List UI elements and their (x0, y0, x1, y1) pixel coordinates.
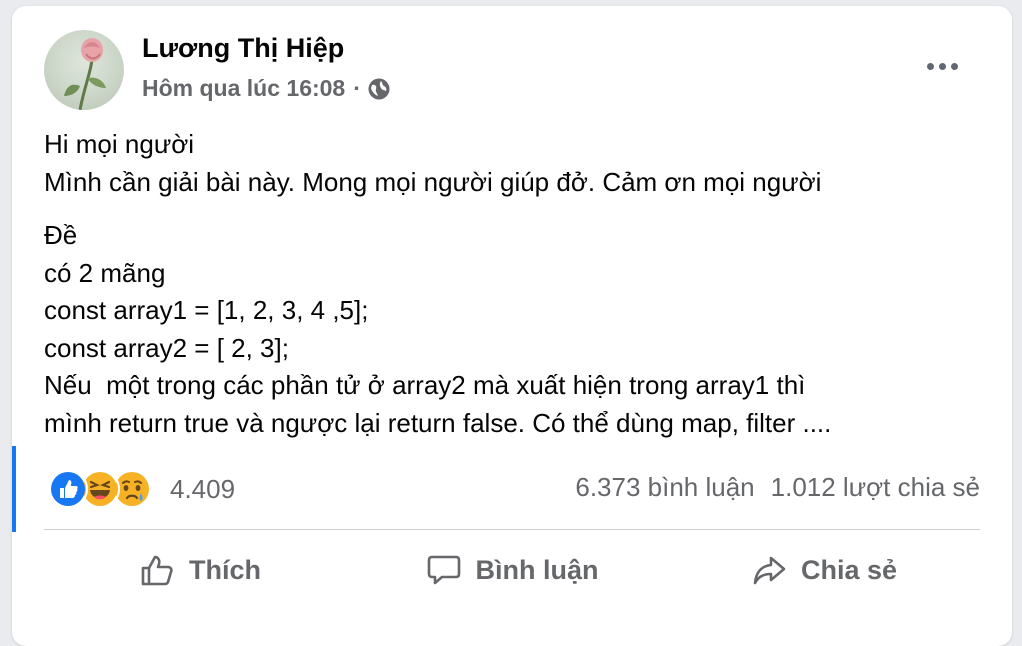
action-bar: Thích Bình luận Chia sẻ (44, 538, 980, 602)
post-text-line: Hi mọi người (44, 129, 195, 159)
like-button[interactable]: Thích (44, 538, 356, 602)
author-name[interactable]: Lương Thị Hiệp (142, 33, 344, 64)
post-meta: Hôm qua lúc 16:08 · (142, 75, 391, 102)
share-count-link[interactable]: 1.012 lượt chia sẻ (771, 472, 980, 502)
share-button-label: Chia sẻ (800, 554, 898, 585)
more-horizontal-icon (926, 62, 934, 70)
post-text-line: const array1 = [1, 2, 3, 4 ,5]; (44, 295, 369, 325)
reactions-summary[interactable]: 4.409 (48, 469, 235, 509)
like-reaction-icon (48, 469, 88, 509)
post-text-line: Mình cần giải bài này. Mong mọi người gi… (44, 166, 822, 197)
divider (44, 529, 980, 530)
post-text-line: Nếu một trong các phần tử ở array2 mà xu… (44, 370, 806, 400)
comment-button-label: Bình luận (475, 554, 599, 585)
timestamp-link[interactable]: Hôm qua lúc 16:08 (142, 75, 345, 102)
globe-icon[interactable] (367, 77, 391, 101)
reaction-count[interactable]: 4.409 (170, 474, 235, 505)
share-button[interactable]: Chia sẻ (668, 538, 980, 602)
post-stats: 6.373 bình luận 1.012 lượt chia sẻ (575, 472, 980, 503)
post-text-line: mình return true và ngược lại return fal… (44, 407, 832, 438)
post-text-line: có 2 mãng (44, 257, 166, 288)
like-button-label: Thích (189, 554, 261, 585)
thumbs-up-icon (141, 555, 173, 586)
post-text-line: const array2 = [ 2, 3]; (44, 332, 289, 363)
post-body: Hi mọi người Mình cần giải bài này. Mong… (44, 126, 994, 442)
post-text-line: Đề (44, 220, 78, 250)
share-arrow-icon (753, 556, 786, 585)
comment-bubble-icon (427, 555, 460, 585)
meta-separator: · (353, 75, 361, 101)
more-options-button[interactable] (918, 48, 966, 84)
comment-count-link[interactable]: 6.373 bình luận (575, 472, 754, 502)
rose-image (64, 38, 106, 110)
avatar[interactable] (44, 30, 124, 110)
focus-indicator (12, 446, 16, 532)
comment-button[interactable]: Bình luận (356, 538, 668, 602)
